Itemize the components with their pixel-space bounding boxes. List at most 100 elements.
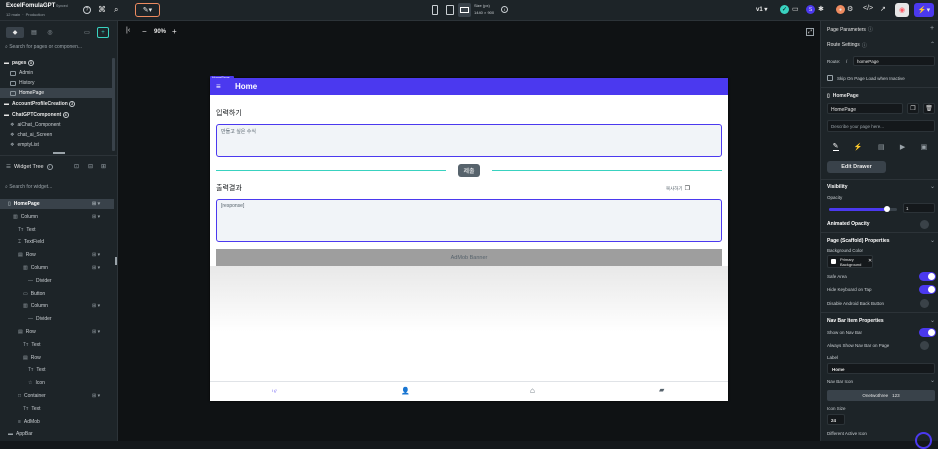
component-item[interactable]: ❖ chat_ai_Screen <box>10 130 52 140</box>
tree-node-homepage[interactable]: ▯ HomePage ⊞ ▾ <box>0 199 114 209</box>
search-widget-input[interactable]: ⌕ Search for widget... <box>5 184 52 190</box>
info-icon[interactable]: i <box>46 164 53 170</box>
fit-screen-icon[interactable]: ⤢ <box>806 28 814 36</box>
formula-input[interactable]: 만들고 싶은 수식 <box>216 124 722 157</box>
visibility-section[interactable]: Visibility <box>827 184 847 190</box>
safe-area-toggle[interactable] <box>919 272 936 281</box>
tree-node-row[interactable]: ▤ Row ⊞ ▾ <box>0 327 114 337</box>
pages-folder[interactable]: ▬ pages 3 <box>4 58 34 68</box>
zoom-in-button[interactable]: + <box>172 27 177 36</box>
icon-size-input[interactable]: 24 <box>827 414 845 425</box>
page-description-input[interactable]: Describe your page here... <box>827 120 935 132</box>
node-actions-icon[interactable]: ⊞ ▾ <box>92 201 100 207</box>
tree-node-textfield[interactable]: ⌶ TextField <box>0 237 114 247</box>
page-item-admin[interactable]: Admin <box>10 68 33 78</box>
page-item-history[interactable]: History <box>10 78 35 88</box>
properties-tab-icon[interactable]: ✎ <box>832 142 839 151</box>
page-name-input[interactable]: HomePage <box>827 103 903 114</box>
add-page-icon[interactable]: + <box>97 27 109 38</box>
opacity-slider-track[interactable] <box>829 206 897 212</box>
docs-tab-icon[interactable]: ▣ <box>921 143 928 151</box>
layers-tab-icon[interactable]: ◆ <box>6 27 24 38</box>
tree-node-appbar[interactable]: ▬ AppBar <box>0 429 114 439</box>
submit-button[interactable]: 제출 <box>458 164 480 177</box>
zoom-out-button[interactable]: − <box>142 27 147 36</box>
code-icon[interactable]: </> <box>863 5 873 12</box>
storyboard-tab-icon[interactable]: ▤ <box>28 27 40 38</box>
show-navbar-toggle[interactable] <box>919 328 936 337</box>
resize-handle[interactable] <box>53 152 65 154</box>
node-actions-icon[interactable]: ⊞ ▾ <box>92 303 100 309</box>
help-icon[interactable]: ? <box>83 6 91 14</box>
label-input[interactable]: Home <box>827 363 935 374</box>
tool-select-button[interactable]: ✎▾ <box>135 3 160 17</box>
command-icon[interactable]: ⌘ <box>98 5 106 14</box>
add-widget-icon[interactable]: ⊞ <box>101 163 106 170</box>
clear-icon[interactable]: ✕ <box>868 258 872 264</box>
page-item-homepage[interactable]: HomePage <box>0 88 112 98</box>
node-actions-icon[interactable]: ⊞ ▾ <box>92 393 100 399</box>
pages-scrollbar[interactable] <box>112 58 115 151</box>
mobile-device-icon[interactable] <box>432 5 438 15</box>
node-actions-icon[interactable]: ⊞ ▾ <box>92 252 100 258</box>
version-selector[interactable]: v1 ▾ <box>756 6 767 13</box>
tree-node-column[interactable]: ▥ Column ⊞ ▾ <box>0 301 114 311</box>
check-icon[interactable]: ✓ <box>780 5 789 14</box>
edit-drawer-button[interactable]: Edit Drawer <box>827 161 886 173</box>
icon-picker-button[interactable]: Onetwothree 123 <box>827 390 935 401</box>
bg-color-picker[interactable]: Primary Background ✕ <box>827 255 873 268</box>
app-bar[interactable]: ≡ Home <box>210 78 728 95</box>
scaffold-section[interactable]: Page (Scaffold) Properties <box>827 238 890 244</box>
tree-node-divider[interactable]: — Divider <box>0 314 114 324</box>
tree-node-admob[interactable]: ≡ AdMob <box>0 417 114 427</box>
tree-node-text[interactable]: Tт Text <box>0 365 114 375</box>
folder-icon[interactable]: ▭ <box>82 27 92 38</box>
actions-tab-icon[interactable]: ⚡ <box>854 143 863 151</box>
info-icon[interactable]: i <box>501 6 508 13</box>
project-name[interactable]: ExcelFomulaGPT <box>6 3 55 9</box>
navbar-section[interactable]: Nav Bar Item Properties <box>827 318 884 324</box>
disable-back-toggle[interactable] <box>920 299 929 308</box>
chevron-down-icon[interactable]: ⌄ <box>930 183 935 190</box>
settings-icon[interactable]: ⚙ <box>847 5 853 13</box>
trash-icon[interactable]: 🗑 <box>923 103 935 114</box>
branch-info[interactable]: 12 main · Production <box>6 12 45 17</box>
tree-node-text[interactable]: Tт Text <box>0 340 114 350</box>
add-parameter-icon[interactable]: + <box>930 25 934 32</box>
tree-node-row[interactable]: ▤ Row ⊞ ▾ <box>0 250 114 260</box>
tree-node-column[interactable]: ▥ Column ⊞ ▾ <box>0 263 114 273</box>
node-actions-icon[interactable]: ⊞ ▾ <box>92 329 100 335</box>
menu-icon[interactable]: ≡ <box>216 82 221 91</box>
chevron-down-icon[interactable]: ⌄ <box>930 237 935 244</box>
duplicate-icon[interactable]: ❐ <box>907 103 919 114</box>
folder-account-profile[interactable]: ▬ AccountProfileCreation 2 <box>4 99 76 109</box>
chevron-down-icon[interactable]: ⌄ <box>930 377 935 384</box>
component-item[interactable]: ❖ emptyList <box>10 140 39 150</box>
left-resize-handle[interactable] <box>115 257 117 265</box>
person-icon[interactable]: 👤 <box>401 387 410 395</box>
chevron-up-icon[interactable]: ⌃ <box>930 41 935 48</box>
tree-node-text[interactable]: Tт Text <box>0 404 114 414</box>
always-show-toggle[interactable] <box>920 341 929 350</box>
node-actions-icon[interactable]: ⊞ ▾ <box>92 214 100 220</box>
chat-icon[interactable]: ▭ <box>792 5 799 13</box>
tree-node-divider[interactable]: — Divider <box>0 276 114 286</box>
tree-node-text[interactable]: Tт Text <box>0 225 114 235</box>
user-avatar[interactable]: S <box>806 5 815 14</box>
tablet-device-icon[interactable] <box>446 5 454 15</box>
search-icon[interactable]: ⌕ <box>114 5 118 15</box>
animation-tab-icon[interactable]: ▶ <box>900 143 905 151</box>
route-settings-header[interactable]: Route Settings ⓘ <box>827 42 867 49</box>
chevron-down-icon[interactable]: ⌄ <box>930 317 935 324</box>
zoom-level[interactable]: 90% <box>154 29 166 35</box>
backend-tab-icon[interactable]: ▤ <box>878 143 885 151</box>
folder-chatgpt-component[interactable]: ▬ ChatGPTComponent 4 <box>4 110 69 120</box>
tree-node-container[interactable]: □ Container ⊞ ▾ <box>0 391 114 401</box>
home-icon[interactable]: ⌂ <box>530 386 535 395</box>
desktop-device-button[interactable] <box>458 3 471 17</box>
tree-node-row[interactable]: ▤ Row <box>0 353 114 363</box>
collapse-icon[interactable]: ⊟ <box>88 163 93 170</box>
node-actions-icon[interactable]: ⊞ ▾ <box>92 265 100 271</box>
nav-item-home-label[interactable]: \ (/ <box>272 388 277 393</box>
tree-node-icon[interactable]: ☆ Icon <box>0 378 114 388</box>
